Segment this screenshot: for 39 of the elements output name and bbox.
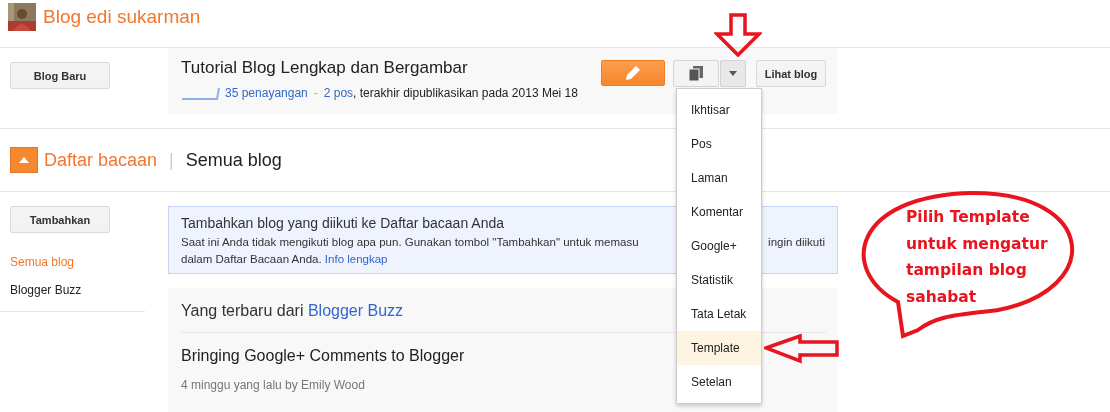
post-meta: 4 minggu yang lalu by Emily Wood: [181, 378, 365, 392]
sidebar-item[interactable]: Blogger Buzz: [10, 283, 168, 297]
menu-item[interactable]: Google+: [677, 229, 761, 263]
dropdown-button[interactable]: [720, 60, 746, 87]
caret-icon: [729, 71, 737, 76]
menu-item[interactable]: Ikhtisar: [677, 93, 761, 127]
menu-item[interactable]: Statistik: [677, 263, 761, 297]
blog-name[interactable]: Tutorial Blog Lengkap dan Bergambar: [181, 58, 601, 78]
menu-item[interactable]: Template: [677, 331, 761, 365]
divider-text: |: [169, 149, 174, 171]
new-blog-button[interactable]: Blog Baru: [10, 62, 110, 89]
down-arrow: [714, 13, 762, 57]
collapse-button[interactable]: [10, 147, 38, 173]
views-link[interactable]: 35 penayangan: [225, 86, 308, 100]
menu-item[interactable]: Komentar: [677, 195, 761, 229]
menu-item[interactable]: Pos: [677, 127, 761, 161]
view-blog-button[interactable]: Lihat blog: [756, 60, 826, 87]
edit-button[interactable]: [601, 60, 665, 86]
publish-info: , terakhir dipublikasikan pada 2013 Mei 18: [353, 86, 578, 100]
info-link[interactable]: Info lengkap: [324, 253, 388, 265]
filter-title: Semua blog: [185, 149, 282, 171]
post-title[interactable]: Bringing Google+ Comments to Blogger: [181, 347, 465, 365]
posts-button[interactable]: [673, 60, 719, 87]
bubble-text: Pilih Template untuk mengatur tampilan blog sahabat: [906, 207, 1048, 308]
section-title: Daftar bacaan: [44, 149, 158, 171]
notice-text: ingin diikuti: [768, 236, 825, 248]
source-link[interactable]: Blogger Buzz: [307, 302, 404, 319]
add-button[interactable]: Tambahkan: [10, 206, 110, 233]
menu-item[interactable]: Setelan: [677, 365, 761, 399]
documents-icon: [689, 66, 703, 81]
notice-title: Tambahkan blog yang diikuti ke Daftar bacaan Anda: [181, 215, 505, 231]
pencil-icon: [625, 65, 641, 81]
caret-icon: [19, 157, 29, 163]
menu-item[interactable]: Tata Letak: [677, 297, 761, 331]
menu-item[interactable]: Laman: [677, 161, 761, 195]
notice-text: dalam Daftar Bacaan Anda.: [181, 253, 322, 265]
separator: -: [313, 86, 318, 100]
sparkline-icon: [181, 86, 221, 100]
notice-text: Saat ini Anda tidak mengikuti blog apa pun. Gunakan tombol "Tambahkan" untuk memasu: [181, 236, 639, 248]
